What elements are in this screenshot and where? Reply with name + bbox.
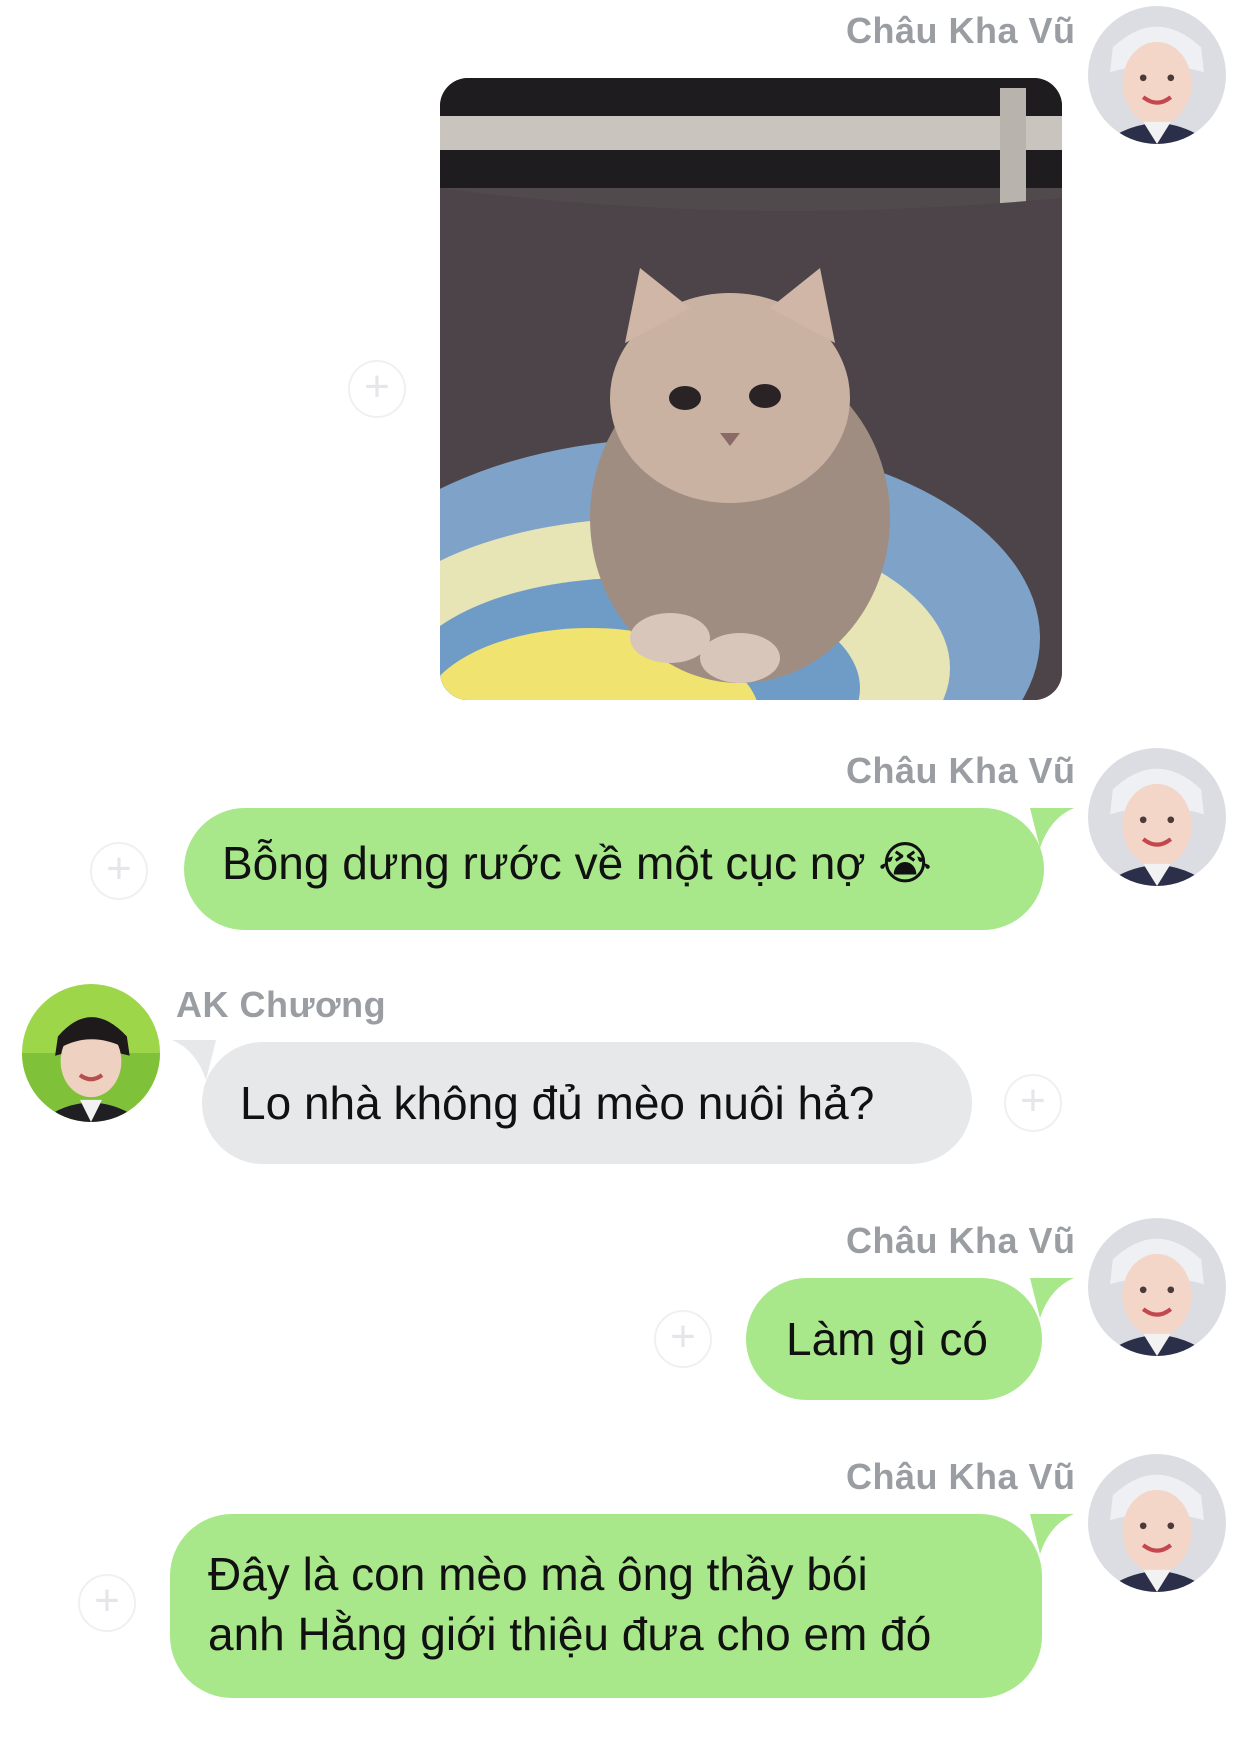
plus-icon[interactable]: + — [654, 1310, 712, 1368]
sender-name: Châu Kha Vũ — [846, 1456, 1076, 1497]
message-bubble[interactable]: Làm gì có — [746, 1278, 1042, 1400]
avatar-chau-kha-vu[interactable] — [1088, 1218, 1226, 1356]
sender-name: AK Chương — [176, 984, 387, 1025]
message-text: Làm gì có — [786, 1313, 988, 1365]
message-text: Bỗng dưng rước về một cục nợ 😭 — [222, 837, 933, 889]
plus-icon[interactable]: + — [78, 1574, 136, 1632]
plus-icon[interactable]: + — [1004, 1074, 1062, 1132]
message-text-line: anh Hằng giới thiệu đưa cho em đó — [208, 1608, 932, 1660]
sender-name: Châu Kha Vũ — [846, 750, 1076, 791]
avatar-chau-kha-vu[interactable] — [1088, 6, 1226, 144]
message-text-line: Đây là con mèo mà ông thầy bói — [208, 1548, 868, 1600]
sender-name: Châu Kha Vũ — [846, 10, 1076, 51]
message-bubble[interactable]: Bỗng dưng rước về một cục nợ 😭 — [184, 808, 1044, 930]
message-bubble[interactable]: Đây là con mèo mà ông thầy bói anh Hằng … — [170, 1514, 1042, 1698]
sender-name: Châu Kha Vũ — [846, 1220, 1076, 1261]
bubble-tail — [1030, 1278, 1074, 1318]
plus-icon[interactable]: + — [348, 360, 406, 418]
message-bubble[interactable]: Lo nhà không đủ mèo nuôi hả? — [202, 1042, 972, 1164]
avatar-chau-kha-vu[interactable] — [1088, 748, 1226, 886]
plus-icon[interactable]: + — [90, 842, 148, 900]
kitten-photo[interactable] — [440, 78, 1062, 700]
avatar-chau-kha-vu[interactable] — [1088, 1454, 1226, 1592]
message-text: Lo nhà không đủ mèo nuôi hả? — [240, 1077, 875, 1129]
avatar-ak-chuong[interactable] — [22, 984, 160, 1122]
